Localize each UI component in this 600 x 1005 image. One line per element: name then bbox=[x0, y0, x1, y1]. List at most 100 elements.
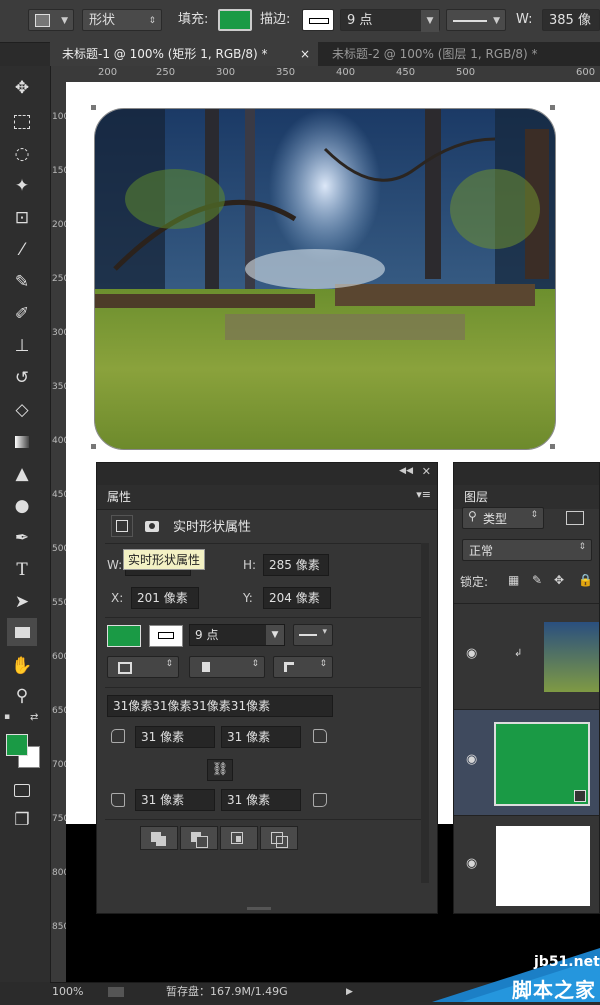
path-anchor-handle[interactable] bbox=[90, 104, 97, 111]
eye-icon[interactable]: ◉ bbox=[466, 752, 477, 767]
rectangle-tool-icon[interactable] bbox=[7, 618, 37, 646]
tool-preset-picker[interactable]: ▼ bbox=[28, 9, 74, 31]
lock-transparent-icon[interactable]: ▦ bbox=[508, 573, 519, 587]
stroke-width-field[interactable]: 9 点 ▼ bbox=[189, 624, 285, 646]
corner-bl-field[interactable]: 31 像素 bbox=[135, 789, 215, 811]
stroke-type-select[interactable]: ▾ bbox=[293, 624, 333, 646]
brush-tool-icon[interactable]: ✐ bbox=[7, 300, 37, 328]
zoom-tool-icon[interactable]: ⚲ bbox=[7, 682, 37, 710]
shape-properties-tab[interactable] bbox=[111, 515, 133, 537]
rounded-rectangle-image[interactable] bbox=[94, 108, 556, 450]
corner-br-field[interactable]: 31 像素 bbox=[221, 789, 301, 811]
chevron-down-icon[interactable]: ▼ bbox=[266, 625, 284, 645]
crop-tool-icon[interactable]: ⊡ bbox=[7, 204, 37, 232]
panel-menu-icon[interactable]: ▾≡ bbox=[416, 488, 431, 501]
gradient-tool-icon[interactable] bbox=[7, 428, 37, 456]
vertical-ruler: 100 150 200 250 300 350 400 450 500 550 … bbox=[50, 82, 70, 982]
combine-shapes-button[interactable] bbox=[140, 826, 178, 850]
subtract-shapes-button[interactable] bbox=[180, 826, 218, 850]
layer-row-image[interactable]: ◉ ↲ bbox=[454, 603, 599, 710]
stroke-corners-icon bbox=[284, 662, 294, 672]
resize-grip[interactable] bbox=[247, 907, 271, 910]
pen-tool-icon[interactable]: ✒ bbox=[7, 524, 37, 552]
y-field[interactable]: 204 像素 bbox=[263, 587, 331, 609]
stamp-tool-icon[interactable]: ⊥ bbox=[7, 332, 37, 360]
ruler-label: 450 bbox=[52, 490, 70, 500]
ruler-label: 550 bbox=[52, 598, 70, 608]
layer-row-rectangle[interactable]: ◉ bbox=[454, 709, 599, 816]
tab-document-1[interactable]: 未标题-1 @ 100% (矩形 1, RGB/8) * × bbox=[50, 42, 318, 66]
chevron-updown-icon: ⇕ bbox=[148, 16, 156, 26]
fill-swatch[interactable] bbox=[218, 9, 252, 31]
fill-color-swatch[interactable] bbox=[107, 625, 141, 647]
healing-brush-tool-icon[interactable]: ✎ bbox=[7, 268, 37, 296]
image-filter-icon[interactable] bbox=[566, 511, 584, 525]
intersect-shapes-button[interactable] bbox=[220, 826, 258, 850]
zoom-level[interactable]: 100% bbox=[52, 983, 83, 1001]
blur-tool-icon[interactable]: ▲ bbox=[7, 460, 37, 488]
mask-properties-tab[interactable] bbox=[141, 515, 163, 537]
path-anchor-handle[interactable] bbox=[549, 104, 556, 111]
eraser-tool-icon[interactable]: ◇ bbox=[7, 396, 37, 424]
live-shape-properties-heading: 实时形状属性 bbox=[173, 520, 252, 535]
foreground-color-swatch[interactable] bbox=[6, 734, 28, 756]
eye-icon[interactable]: ◉ bbox=[466, 856, 477, 871]
line-style-icon bbox=[299, 634, 317, 636]
height-field[interactable]: 285 像素 bbox=[263, 554, 329, 576]
ruler-label: 400 bbox=[52, 436, 70, 446]
tab-document-2[interactable]: 未标题-2 @ 100% (图层 1, RGB/8) * bbox=[320, 42, 600, 66]
type-tool-icon[interactable]: T bbox=[7, 556, 37, 584]
close-icon[interactable]: ✕ bbox=[422, 465, 431, 478]
stroke-corners-select[interactable]: ⇕ bbox=[273, 656, 333, 678]
quick-mask-icon[interactable] bbox=[7, 776, 37, 804]
hand-tool-icon[interactable]: ✋ bbox=[7, 652, 37, 680]
exclude-shapes-button[interactable] bbox=[260, 826, 298, 850]
history-brush-tool-icon[interactable]: ↺ bbox=[7, 364, 37, 392]
swap-colors-icon[interactable]: ⇄ bbox=[30, 712, 38, 723]
document-status-icon[interactable] bbox=[108, 987, 124, 997]
stroke-align-select[interactable]: ⇕ bbox=[107, 656, 179, 678]
lock-position-icon[interactable]: ✥ bbox=[554, 573, 564, 587]
marquee-tool-icon[interactable] bbox=[7, 108, 37, 136]
corner-tr-field[interactable]: 31 像素 bbox=[221, 726, 301, 748]
eye-icon[interactable]: ◉ bbox=[466, 646, 477, 661]
path-anchor-handle[interactable] bbox=[549, 443, 556, 450]
clip-arrow-icon: ↲ bbox=[514, 648, 523, 659]
stroke-color-swatch[interactable] bbox=[149, 625, 183, 647]
document-tabs: 未标题-1 @ 100% (矩形 1, RGB/8) * × 未标题-2 @ 1… bbox=[50, 42, 600, 66]
stroke-type-select[interactable]: ▼ bbox=[446, 9, 506, 31]
ruler-label: 200 bbox=[52, 220, 70, 230]
stroke-caps-select[interactable]: ⇕ bbox=[189, 656, 265, 678]
move-tool-icon[interactable]: ✥ bbox=[7, 74, 37, 102]
link-corners-icon[interactable]: ⛓ bbox=[207, 759, 233, 781]
properties-scrollbar[interactable] bbox=[421, 543, 429, 883]
lasso-tool-icon[interactable]: ◌ bbox=[7, 140, 37, 168]
stroke-width-field[interactable]: 9 点 ▼ bbox=[340, 9, 440, 32]
path-anchor-handle[interactable] bbox=[90, 443, 97, 450]
collapse-icon[interactable]: ◀◀ bbox=[399, 466, 413, 476]
blend-mode-value: 正常 bbox=[469, 544, 494, 558]
corner-radius-all-field[interactable]: 31像素31像素31像素31像素 bbox=[107, 695, 333, 717]
horizontal-ruler: 200 250 300 350 400 450 500 600 bbox=[50, 66, 600, 83]
magic-wand-tool-icon[interactable]: ✦ bbox=[7, 172, 37, 200]
default-colors-icon[interactable]: ▪ bbox=[4, 712, 10, 722]
shape-mode-select[interactable]: 形状 ⇕ bbox=[82, 9, 162, 31]
x-field[interactable]: 201 像素 bbox=[131, 587, 199, 609]
screen-mode-icon[interactable]: ❐ bbox=[7, 806, 37, 834]
stroke-swatch[interactable] bbox=[302, 9, 334, 31]
path-selection-tool-icon[interactable]: ➤ bbox=[7, 588, 37, 616]
layer-row-background[interactable]: ◉ bbox=[454, 815, 599, 914]
close-icon[interactable]: × bbox=[300, 42, 310, 66]
layer-filter-select[interactable]: ⚲ 类型 ⇕ bbox=[462, 507, 544, 529]
play-icon[interactable]: ▶ bbox=[346, 983, 353, 1001]
lock-all-icon[interactable]: 🔒 bbox=[578, 573, 593, 587]
width-field[interactable]: 385 像 bbox=[542, 9, 600, 31]
corner-tl-field[interactable]: 31 像素 bbox=[135, 726, 215, 748]
watermark-site: jb51.net bbox=[534, 954, 600, 970]
eyedropper-tool-icon[interactable]: ⁄ bbox=[7, 236, 37, 264]
lock-paint-icon[interactable]: ✎ bbox=[532, 573, 542, 587]
corner-radius-all-value: 31像素31像素31像素31像素 bbox=[113, 699, 271, 713]
dodge-tool-icon[interactable]: ● bbox=[7, 492, 37, 520]
blend-mode-select[interactable]: 正常 ⇕ bbox=[462, 539, 592, 561]
chevron-down-icon: ▼ bbox=[421, 10, 439, 32]
